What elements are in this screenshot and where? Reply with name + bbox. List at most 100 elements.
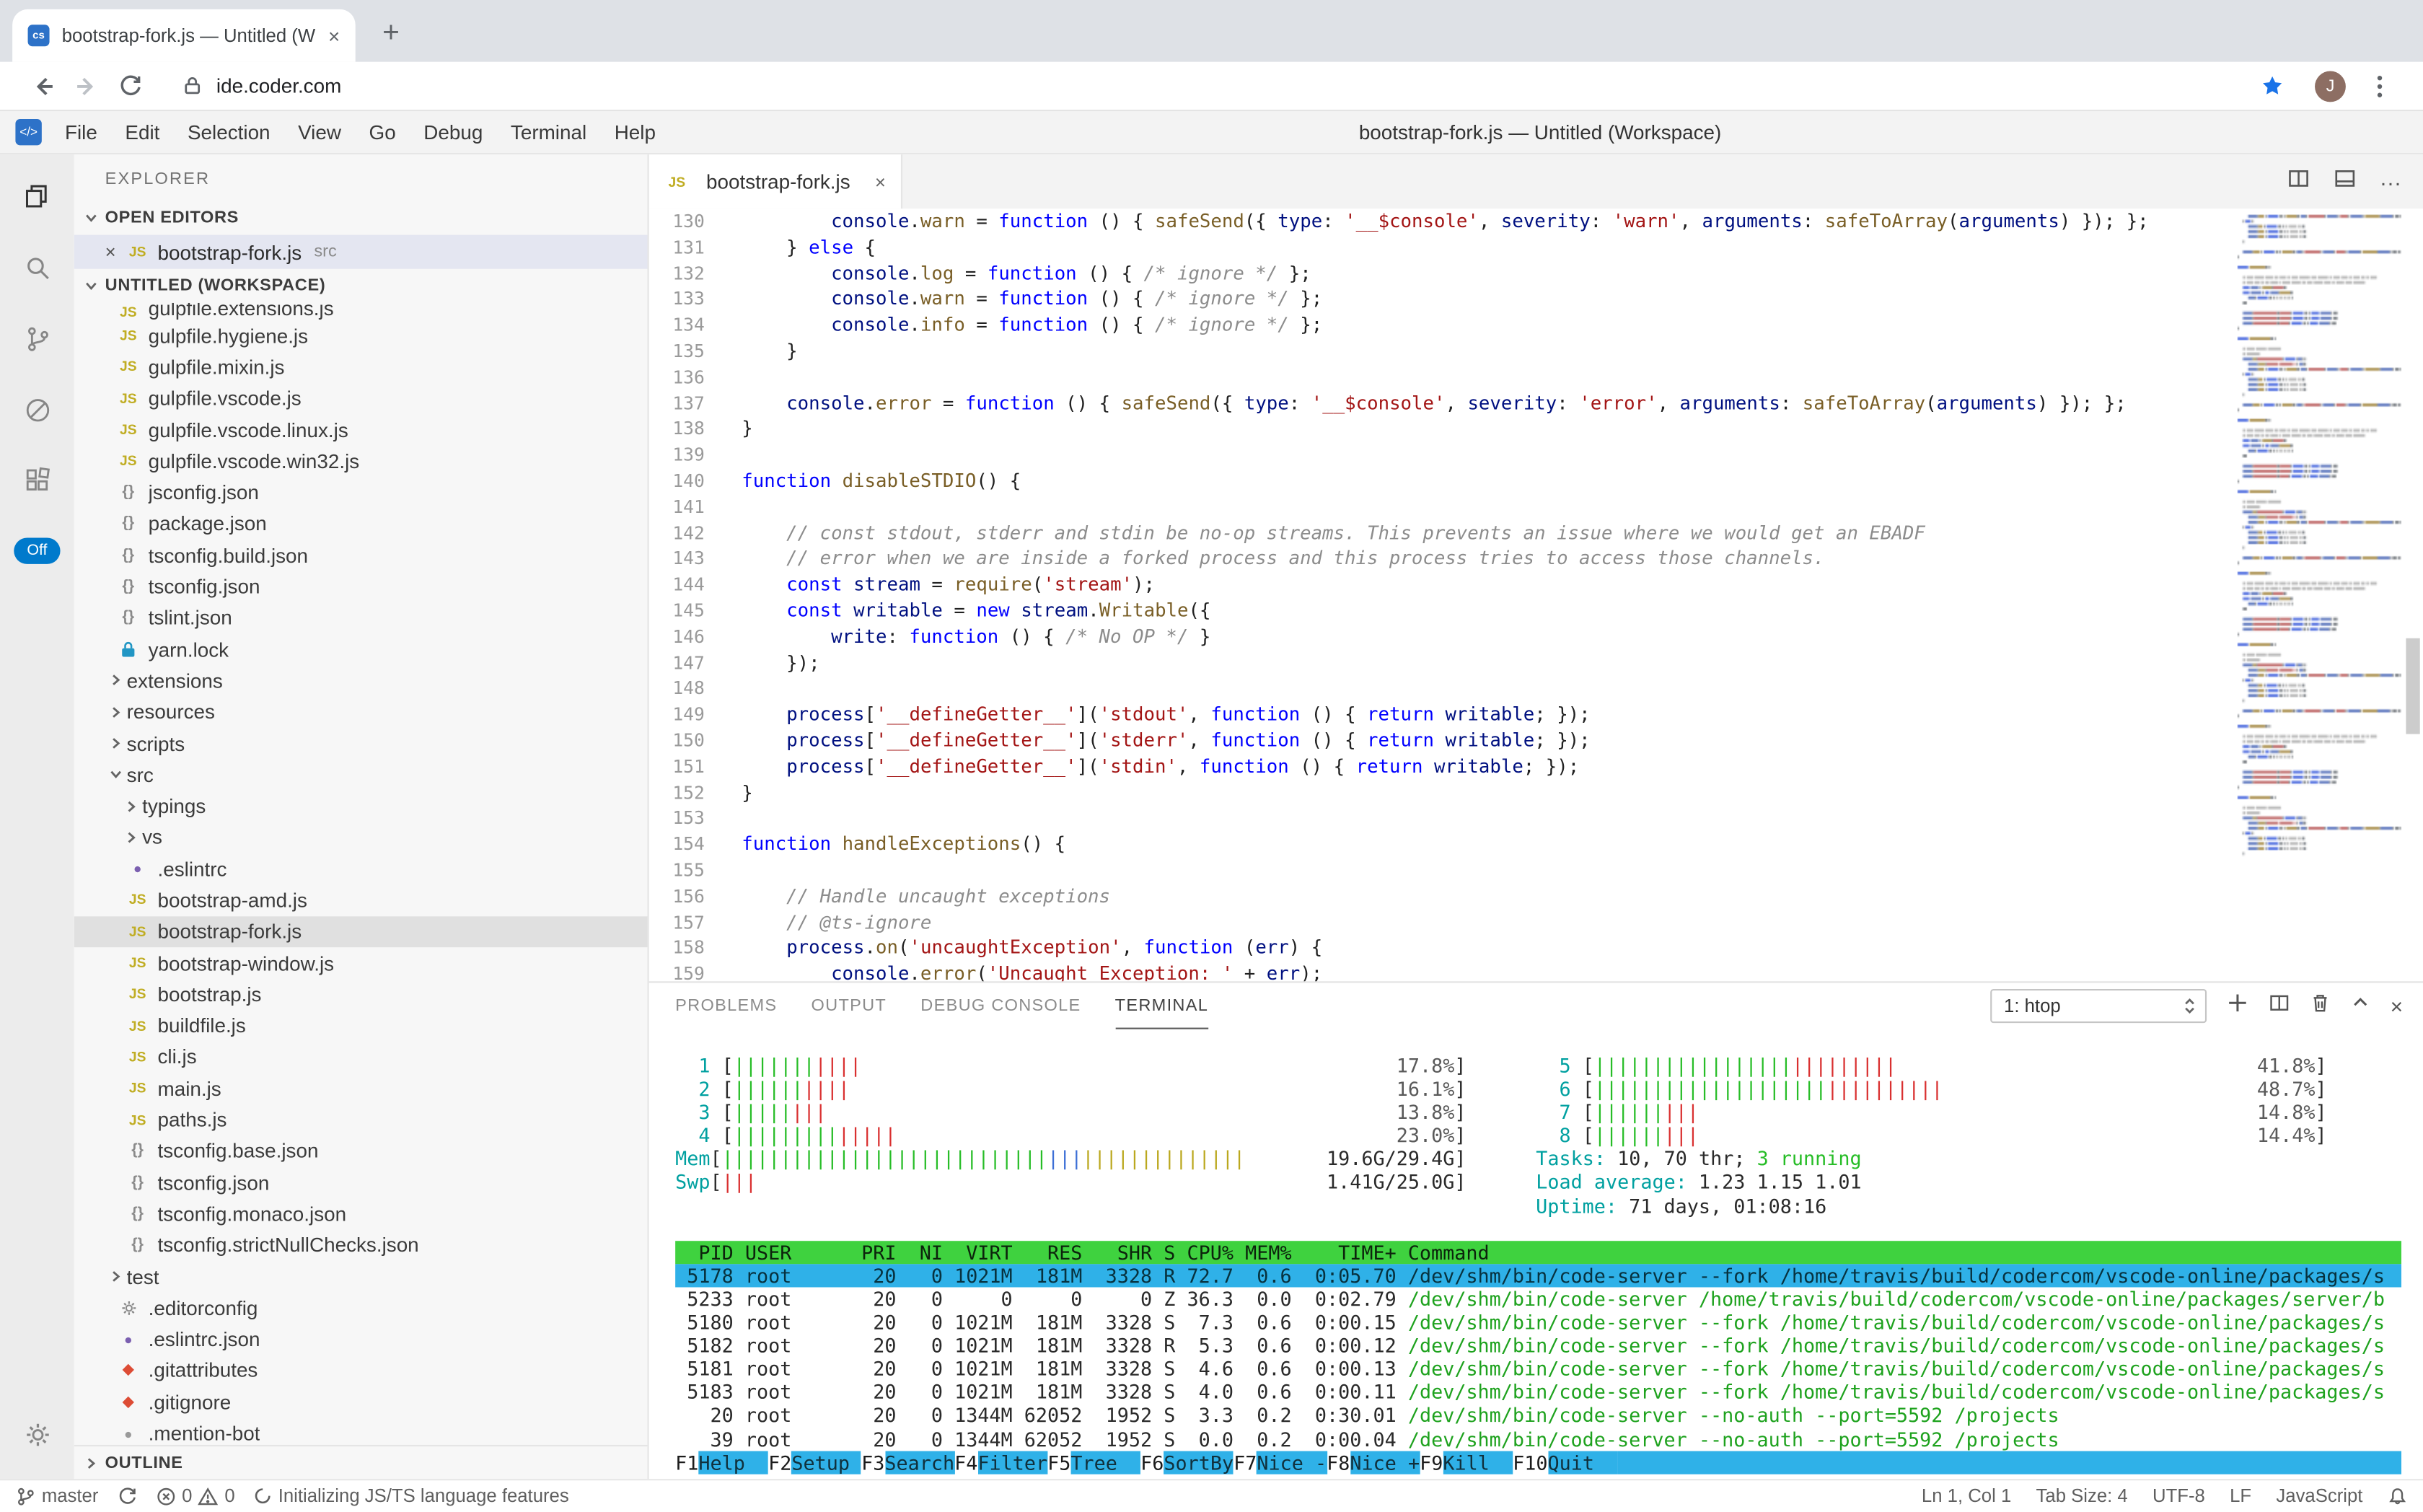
split-editor-icon[interactable] — [2287, 166, 2310, 197]
tree-item-bootstrap-amd.js[interactable]: JSbootstrap-amd.js — [74, 884, 648, 915]
tree-item-yarn.lock[interactable]: yarn.lock — [74, 633, 648, 664]
section-workspace[interactable]: UNTITLED (WORKSPACE) — [74, 269, 648, 303]
off-toggle[interactable]: Off — [14, 537, 60, 563]
code-line-139[interactable]: 139 — [649, 442, 2423, 468]
editor-scrollbar[interactable] — [2406, 638, 2419, 734]
code-line-153[interactable]: 153 — [649, 806, 2423, 832]
browser-tab[interactable]: cs bootstrap-fork.js — Untitled (W × — [12, 9, 356, 62]
htop-fn-f9[interactable]: F9Kill — [1420, 1451, 1513, 1474]
htop-fn-f2[interactable]: F2Setup — [768, 1451, 861, 1474]
git-branch-status[interactable]: master — [15, 1486, 98, 1508]
tree-item-scripts[interactable]: scripts — [74, 728, 648, 759]
code-line-149[interactable]: 149 process['__defineGetter__']('stdout'… — [649, 702, 2423, 728]
tree-item-tsconfig.json[interactable]: {}tsconfig.json — [74, 571, 648, 602]
htop-fn-f3[interactable]: F3Search — [861, 1451, 954, 1474]
address-bar[interactable]: ide.coder.com — [183, 74, 2250, 97]
split-terminal-icon[interactable] — [2268, 991, 2290, 1021]
tree-item-jsconfig.json[interactable]: {}jsconfig.json — [74, 477, 648, 508]
tree-item-package.json[interactable]: {}package.json — [74, 508, 648, 539]
problems-status[interactable]: 0 0 — [156, 1486, 235, 1508]
tree-item-tsconfig.build.json[interactable]: {}tsconfig.build.json — [74, 540, 648, 571]
tree-item-gulpfile.vscode.linux.js[interactable]: JSgulpfile.vscode.linux.js — [74, 414, 648, 445]
toggle-layout-icon[interactable] — [2334, 166, 2357, 197]
menu-terminal[interactable]: Terminal — [497, 120, 601, 143]
terminal-session-select[interactable]: 1: htop — [1990, 989, 2207, 1023]
close-panel-icon[interactable]: × — [2391, 993, 2404, 1018]
code-line-159[interactable]: 159 console.error('Uncaught Exception: '… — [649, 962, 2423, 982]
kill-terminal-icon[interactable] — [2310, 991, 2330, 1021]
htop-fn-f1[interactable]: F1Help — [675, 1451, 768, 1474]
code-line-146[interactable]: 146 write: function () { /* No OP */ } — [649, 624, 2423, 650]
tree-item-vs[interactable]: vs — [74, 822, 648, 853]
profile-avatar[interactable]: J — [2315, 70, 2346, 101]
tree-item-bootstrap-fork.js[interactable]: JSbootstrap-fork.js — [74, 916, 648, 947]
htop-fn-f8[interactable]: F8Nice + — [1327, 1451, 1420, 1474]
settings-gear-icon[interactable] — [0, 1399, 74, 1471]
menu-go[interactable]: Go — [355, 120, 410, 143]
code-line-135[interactable]: 135 } — [649, 338, 2423, 364]
code-line-155[interactable]: 155 — [649, 858, 2423, 884]
close-icon[interactable]: × — [105, 241, 116, 263]
section-open-editors[interactable]: OPEN EDITORS — [74, 201, 648, 234]
tree-item-typings[interactable]: typings — [74, 791, 648, 822]
editor-tab[interactable]: JS bootstrap-fork.js × — [649, 154, 903, 208]
tree-item-.editorconfig[interactable]: .editorconfig — [74, 1292, 648, 1323]
code-editor[interactable]: 130 console.warn = function () { safeSen… — [649, 208, 2423, 981]
debug-disabled-icon[interactable] — [0, 374, 74, 445]
code-line-147[interactable]: 147 }); — [649, 650, 2423, 676]
language-status-message[interactable]: Initializing JS/TS language features — [253, 1486, 568, 1508]
tree-item-.mention-bot[interactable]: ●.mention-bot — [74, 1418, 648, 1446]
tree-item-.gitignore[interactable]: ◆.gitignore — [74, 1386, 648, 1418]
code-line-154[interactable]: 154function handleExceptions() { — [649, 832, 2423, 858]
tree-item-.gitattributes[interactable]: ◆.gitattributes — [74, 1355, 648, 1386]
language-mode[interactable]: JavaScript — [2276, 1486, 2362, 1508]
tree-item-resources[interactable]: resources — [74, 696, 648, 727]
tree-item-bootstrap.js[interactable]: JSbootstrap.js — [74, 979, 648, 1010]
cursor-position[interactable]: Ln 1, Col 1 — [1922, 1486, 2011, 1508]
tree-item-bootstrap-window.js[interactable]: JSbootstrap-window.js — [74, 947, 648, 978]
maximize-panel-icon[interactable] — [2350, 992, 2370, 1020]
tree-item-.eslintrc[interactable]: ●.eslintrc — [74, 853, 648, 884]
tab-close-icon[interactable]: × — [328, 24, 340, 47]
tree-item-gulpfile.vscode.js[interactable]: JSgulpfile.vscode.js — [74, 382, 648, 413]
code-line-142[interactable]: 142 // const stdout, stderr and stdin be… — [649, 520, 2423, 546]
new-tab-button[interactable]: + — [371, 14, 411, 54]
tree-item-main.js[interactable]: JSmain.js — [74, 1073, 648, 1104]
bookmark-star-icon[interactable] — [2250, 64, 2293, 107]
code-line-140[interactable]: 140function disableSTDIO() { — [649, 468, 2423, 494]
htop-fn-f4[interactable]: F4Filter — [954, 1451, 1047, 1474]
tree-item-tsconfig.monaco.json[interactable]: {}tsconfig.monaco.json — [74, 1198, 648, 1229]
code-line-130[interactable]: 130 console.warn = function () { safeSen… — [649, 208, 2423, 234]
tree-item-tsconfig.strictNullChecks.json[interactable]: {}tsconfig.strictNullChecks.json — [74, 1229, 648, 1260]
tree-item-buildfile.js[interactable]: JSbuildfile.js — [74, 1010, 648, 1041]
code-line-148[interactable]: 148 — [649, 676, 2423, 702]
code-line-152[interactable]: 152} — [649, 780, 2423, 806]
code-line-151[interactable]: 151 process['__defineGetter__']('stdin',… — [649, 754, 2423, 780]
tree-item-tslint.json[interactable]: {}tslint.json — [74, 602, 648, 633]
more-actions-icon[interactable]: ··· — [2380, 170, 2401, 194]
terminal-output[interactable]: 1 [||||||||||| 17.8%] 5 [|||||||||||||||… — [649, 1029, 2423, 1479]
section-outline[interactable]: OUTLINE — [74, 1446, 648, 1480]
code-line-144[interactable]: 144 const stream = require('stream'); — [649, 572, 2423, 598]
back-button[interactable] — [22, 64, 65, 107]
menu-edit[interactable]: Edit — [111, 120, 174, 143]
new-terminal-icon[interactable] — [2227, 991, 2248, 1021]
minimap[interactable] — [2228, 211, 2401, 981]
tree-item-gulpfile.mixin.js[interactable]: JSgulpfile.mixin.js — [74, 351, 648, 382]
htop-fn-f5[interactable]: F5Tree — [1047, 1451, 1140, 1474]
menu-help[interactable]: Help — [600, 120, 669, 143]
search-icon[interactable] — [0, 232, 74, 303]
source-control-icon[interactable] — [0, 303, 74, 374]
encoding[interactable]: UTF-8 — [2152, 1486, 2205, 1508]
forward-button[interactable] — [65, 64, 108, 107]
menu-view[interactable]: View — [284, 120, 355, 143]
menu-file[interactable]: File — [51, 120, 111, 143]
close-icon[interactable]: × — [875, 171, 886, 193]
eol[interactable]: LF — [2230, 1486, 2251, 1508]
tree-item-.eslintrc.json[interactable]: ●.eslintrc.json — [74, 1324, 648, 1355]
tree-item-cli.js[interactable]: JScli.js — [74, 1041, 648, 1072]
panel-tab-output[interactable]: OUTPUT — [812, 983, 887, 1029]
tree-item-tsconfig.base.json[interactable]: {}tsconfig.base.json — [74, 1135, 648, 1166]
htop-fn-f10[interactable]: F10Quit — [1513, 1451, 1617, 1474]
code-line-134[interactable]: 134 console.info = function () { /* igno… — [649, 312, 2423, 338]
